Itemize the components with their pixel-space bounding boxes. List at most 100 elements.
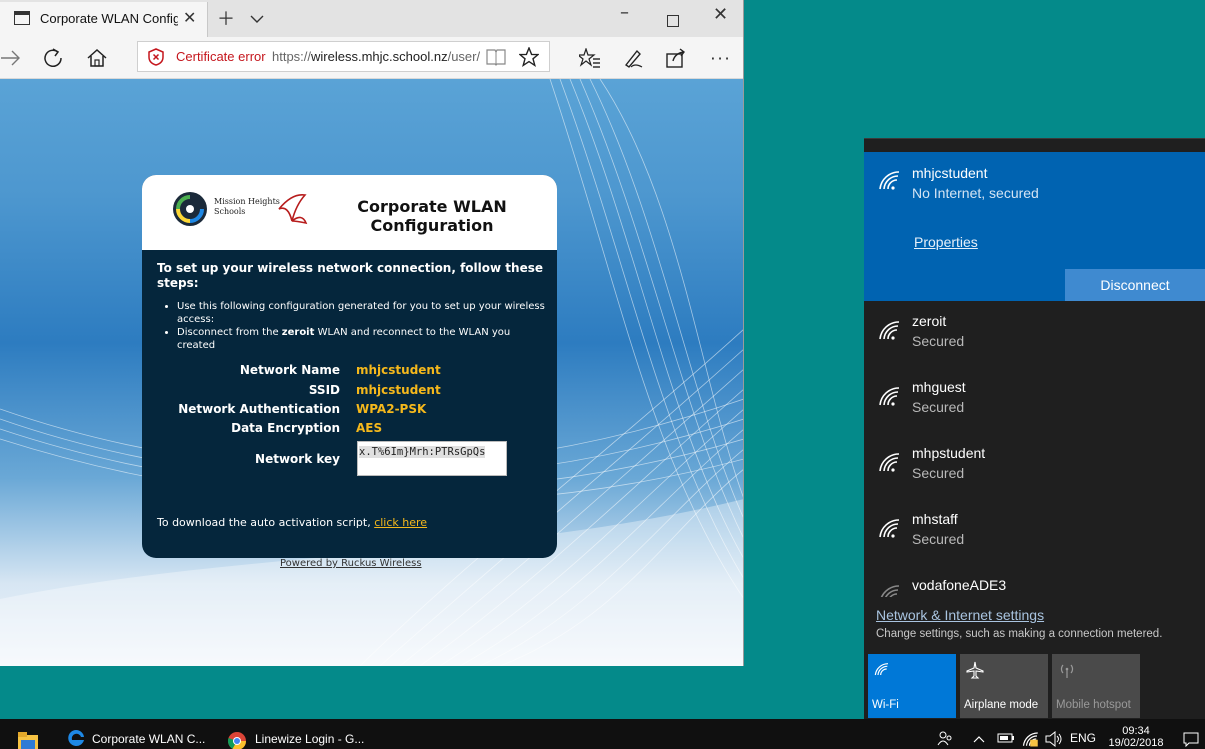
- network-name: zeroit: [912, 313, 947, 329]
- url-scheme: https://: [272, 49, 312, 64]
- address-bar[interactable]: Certificate error https://wireless.mhjc.…: [137, 41, 550, 72]
- network-flyout: mhjcstudent No Internet, secured Propert…: [864, 138, 1205, 719]
- network-item-mhstaff[interactable]: mhstaff Secured: [864, 505, 1205, 565]
- file-explorer-button[interactable]: [0, 719, 54, 749]
- school-logo: Mission Heights Schools: [172, 191, 308, 231]
- wifi-signal-icon: [880, 585, 900, 597]
- shield-warning-icon[interactable]: [148, 48, 164, 70]
- wifi-icon: [874, 663, 889, 676]
- airplane-mode-label: Airplane mode: [964, 699, 1039, 711]
- show-hidden-icons-icon[interactable]: [973, 732, 985, 746]
- reading-view-icon[interactable]: [486, 48, 506, 70]
- url-text[interactable]: https://wireless.mhjc.school.nz/user/: [272, 49, 480, 64]
- certificate-error-label[interactable]: Certificate error: [176, 49, 266, 64]
- network-name: vodafoneADE3: [912, 577, 1007, 593]
- wifi-signal-icon: [879, 387, 900, 406]
- network-status: Secured: [912, 465, 965, 481]
- network-name: mhpstudent: [912, 445, 986, 461]
- download-link[interactable]: click here: [374, 516, 427, 529]
- tab-title: Corporate WLAN Configuration: [40, 11, 178, 26]
- url-path: /user/: [447, 49, 480, 64]
- wlan-name-bold: zeroit: [281, 327, 315, 338]
- browser-window: Corporate WLAN Configuration ✕ ＋ – ✕: [0, 0, 744, 666]
- network-tray-icon[interactable]: [1022, 730, 1040, 749]
- airplane-icon: [966, 661, 984, 679]
- network-status: Secured: [912, 333, 965, 349]
- config-value: mhjcstudent: [356, 383, 441, 397]
- clock-time: 09:34: [1122, 725, 1150, 737]
- network-item-zeroit[interactable]: zeroit Secured: [864, 307, 1205, 367]
- url-host: wireless.mhjc.school.nz: [311, 49, 448, 64]
- refresh-icon[interactable]: [38, 43, 68, 73]
- knot-logo-icon: [278, 193, 308, 225]
- network-key-value[interactable]: x.T%6Im}Mrh:PTRsGpQs: [359, 446, 486, 458]
- powered-by-link[interactable]: Powered by Ruckus Wireless: [280, 558, 422, 569]
- action-center-icon[interactable]: [1183, 731, 1199, 749]
- hotspot-icon: [1060, 664, 1074, 678]
- wifi-toggle[interactable]: Wi-Fi: [868, 654, 956, 718]
- config-key: Network Name: [239, 363, 340, 377]
- network-item-vodafoneade3[interactable]: vodafoneADE3: [864, 571, 1205, 597]
- instructions: To set up your wireless network connecti…: [157, 261, 547, 352]
- maximize-icon[interactable]: [667, 11, 679, 32]
- wifi-signal-icon: [879, 321, 900, 340]
- forward-icon[interactable]: [0, 43, 26, 73]
- input-language[interactable]: ENG: [1070, 731, 1096, 745]
- network-item-mhguest[interactable]: mhguest Secured: [864, 373, 1205, 433]
- network-settings-description: Change settings, such as making a connec…: [876, 628, 1163, 640]
- network-name: mhguest: [912, 379, 966, 395]
- logo-text: Mission Heights Schools: [214, 197, 280, 216]
- taskbar-edge-app[interactable]: Corporate WLAN C...: [62, 719, 217, 749]
- people-icon[interactable]: [937, 730, 953, 749]
- title-bar: Corporate WLAN Configuration ✕ ＋ – ✕: [0, 0, 743, 37]
- favorites-hub-icon[interactable]: [575, 43, 605, 73]
- chrome-icon: [227, 732, 246, 749]
- config-key: Data Encryption: [231, 421, 340, 435]
- favorite-icon[interactable]: [518, 46, 540, 71]
- web-page: Mission Heights Schools Corporate WLAN C…: [0, 79, 743, 666]
- network-status: No Internet, secured: [912, 185, 1039, 201]
- volume-icon[interactable]: [1045, 730, 1063, 749]
- card-header: Mission Heights Schools Corporate WLAN C…: [142, 175, 557, 250]
- more-icon[interactable]: ···: [706, 43, 736, 73]
- config-key: SSID: [308, 383, 340, 397]
- mobile-hotspot-toggle[interactable]: Mobile hotspot: [1052, 654, 1140, 718]
- clock[interactable]: 09:34 19/02/2018: [1108, 725, 1164, 749]
- disconnect-button[interactable]: Disconnect: [1065, 269, 1205, 301]
- config-value: AES: [356, 421, 383, 435]
- mobile-hotspot-label: Mobile hotspot: [1056, 699, 1131, 711]
- folder-icon: [18, 732, 38, 749]
- minimize-icon[interactable]: –: [620, 2, 629, 23]
- share-icon[interactable]: [661, 43, 691, 73]
- instruction-text: Disconnect from the: [177, 327, 282, 338]
- network-key-field[interactable]: x.T%6Im}Mrh:PTRsGpQs: [357, 441, 507, 476]
- koru-logo-icon: [173, 192, 207, 226]
- tab-close-icon[interactable]: ✕: [183, 8, 196, 27]
- network-settings-link[interactable]: Network & Internet settings: [876, 607, 1044, 623]
- clock-date: 19/02/2018: [1108, 737, 1164, 749]
- instruction-list: Use this following configuration generat…: [157, 300, 547, 352]
- taskbar-app-label: Linewize Login - G...: [255, 732, 365, 746]
- network-status: Secured: [912, 531, 965, 547]
- network-item-mhjcstudent[interactable]: mhjcstudent No Internet, secured Propert…: [864, 152, 1205, 301]
- home-icon[interactable]: [82, 43, 112, 73]
- config-value: mhjcstudent: [356, 363, 441, 377]
- wlan-config-card: Mission Heights Schools Corporate WLAN C…: [142, 175, 557, 558]
- wifi-toggle-label: Wi-Fi: [872, 699, 899, 711]
- instruction-item: Disconnect from the zeroit WLAN and reco…: [177, 326, 547, 352]
- config-key: Network key: [255, 452, 340, 466]
- airplane-mode-toggle[interactable]: Airplane mode: [960, 654, 1048, 718]
- page-icon: [14, 11, 30, 25]
- config-value: WPA2-PSK: [356, 402, 427, 416]
- close-icon[interactable]: ✕: [713, 4, 728, 25]
- new-tab-icon[interactable]: ＋: [217, 5, 235, 31]
- properties-link[interactable]: Properties: [914, 234, 978, 250]
- browser-tab[interactable]: Corporate WLAN Configuration ✕: [0, 2, 208, 37]
- pen-icon[interactable]: [618, 43, 648, 73]
- taskbar-chrome-app[interactable]: Linewize Login - G...: [225, 719, 380, 749]
- network-status: Secured: [912, 399, 965, 415]
- download-line: To download the auto activation script, …: [157, 516, 427, 529]
- tab-list-icon[interactable]: [250, 8, 264, 29]
- network-item-mhpstudent[interactable]: mhpstudent Secured: [864, 439, 1205, 499]
- battery-icon[interactable]: [997, 732, 1015, 747]
